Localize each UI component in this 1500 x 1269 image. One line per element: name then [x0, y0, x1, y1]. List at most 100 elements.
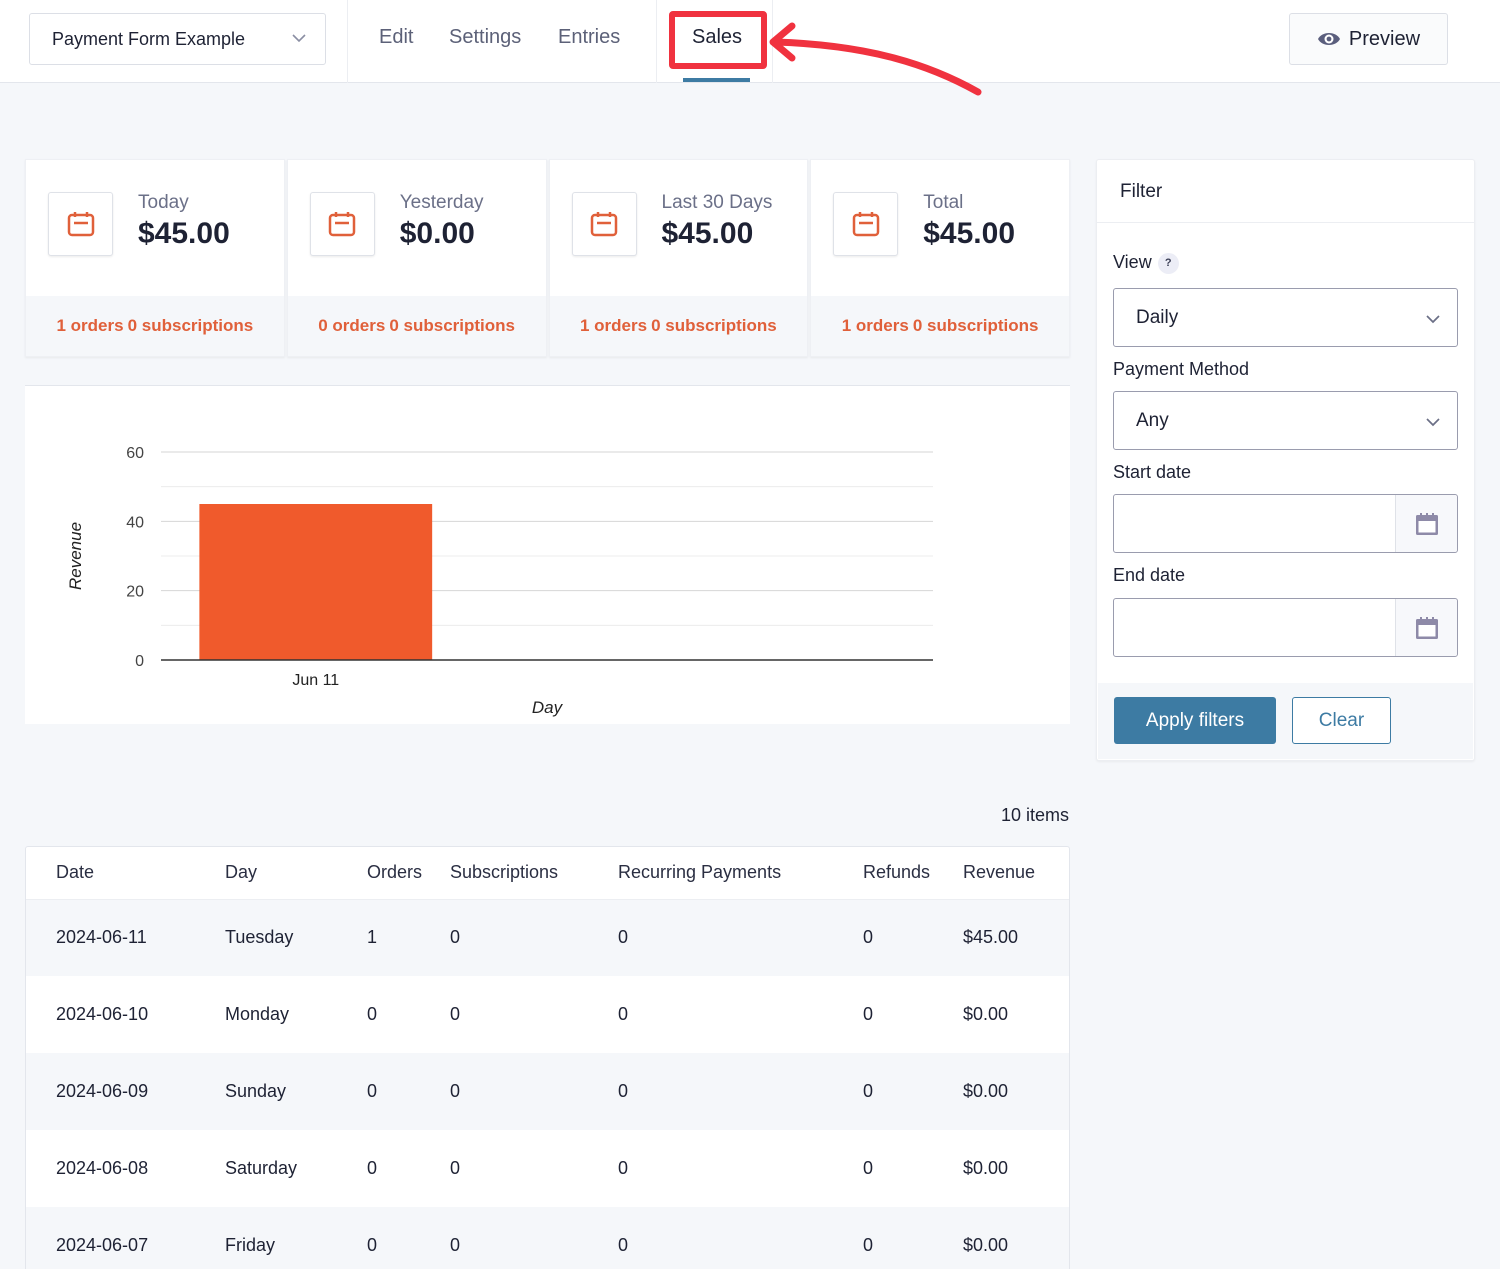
- start-date-input[interactable]: [1114, 495, 1396, 552]
- stat-orders: 0 orders: [318, 316, 385, 336]
- cell-day: Sunday: [225, 1053, 367, 1130]
- y-tick-label: 40: [126, 514, 144, 531]
- calendar-icon: [310, 192, 375, 256]
- column-header-orders[interactable]: Orders: [367, 847, 450, 899]
- column-header-date[interactable]: Date: [26, 847, 225, 899]
- eye-icon: [1317, 27, 1341, 51]
- tab-edit[interactable]: Edit: [379, 26, 413, 49]
- cell-date: 2024-06-11: [26, 899, 225, 976]
- calendar-icon: [1414, 511, 1440, 537]
- calendar-icon: [48, 192, 113, 256]
- divider: [1097, 222, 1474, 223]
- bar: [199, 504, 432, 660]
- cell-day: Monday: [225, 976, 367, 1053]
- chevron-down-icon: [1425, 311, 1441, 327]
- cell-subscriptions: 0: [450, 899, 618, 976]
- cell-date: 2024-06-08: [26, 1130, 225, 1207]
- cell-subscriptions: 0: [450, 1053, 618, 1130]
- column-header-subscriptions[interactable]: Subscriptions: [450, 847, 618, 899]
- cell-day: Saturday: [225, 1130, 367, 1207]
- revenue-chart-panel: 0204060Jun 11 Revenue Day: [25, 385, 1070, 724]
- y-tick-label: 0: [135, 653, 144, 670]
- end-date-input[interactable]: [1114, 599, 1396, 656]
- table-row: 2024-06-07 Friday 0 0 0 0 $0.00: [26, 1207, 1069, 1269]
- table-row: 2024-06-10 Monday 0 0 0 0 $0.00: [26, 976, 1069, 1053]
- cell-recurring-payments: 0: [618, 976, 863, 1053]
- chevron-down-icon: [291, 30, 307, 46]
- cell-refunds: 0: [863, 976, 963, 1053]
- payment-method-select[interactable]: Any: [1113, 391, 1458, 450]
- view-select-value: Daily: [1136, 307, 1178, 329]
- x-tick-label: Jun 11: [292, 672, 339, 689]
- cell-subscriptions: 0: [450, 1130, 618, 1207]
- cell-revenue: $0.00: [963, 1130, 1069, 1207]
- view-label-text: View: [1113, 252, 1152, 272]
- tab-sales[interactable]: Sales: [692, 26, 742, 49]
- start-date-field: [1113, 494, 1458, 553]
- cell-orders: 0: [367, 1053, 450, 1130]
- y-axis-label: Revenue: [66, 522, 85, 590]
- table-row: 2024-06-09 Sunday 0 0 0 0 $0.00: [26, 1053, 1069, 1130]
- divider: [347, 0, 348, 83]
- revenue-chart: 0204060Jun 11 Revenue Day: [25, 386, 1070, 725]
- stat-label: Yesterday: [400, 192, 484, 214]
- start-date-label: Start date: [1113, 462, 1191, 483]
- stat-card-yesterday: Yesterday $0.00 0 orders0 subscriptions: [287, 159, 547, 357]
- stat-subscriptions: 0 subscriptions: [913, 316, 1039, 336]
- clear-button[interactable]: Clear: [1292, 697, 1391, 744]
- stat-label: Today: [138, 192, 189, 214]
- cell-recurring-payments: 0: [618, 1053, 863, 1130]
- filter-panel: Filter View? Daily Payment Method Any St…: [1096, 159, 1475, 761]
- sales-table: Date Day Orders Subscriptions Recurring …: [25, 846, 1070, 1269]
- stat-subscriptions: 0 subscriptions: [389, 316, 515, 336]
- cell-subscriptions: 0: [450, 1207, 618, 1269]
- stat-footer: 1 orders0 subscriptions: [550, 296, 808, 356]
- stat-value: $45.00: [138, 217, 230, 251]
- form-selector-value: Payment Form Example: [52, 29, 245, 50]
- view-label: View?: [1113, 252, 1179, 274]
- table-header-row: Date Day Orders Subscriptions Recurring …: [26, 847, 1069, 899]
- cell-refunds: 0: [863, 899, 963, 976]
- top-navigation-bar: Payment Form Example Edit Settings Entri…: [0, 0, 1500, 83]
- cell-date: 2024-06-09: [26, 1053, 225, 1130]
- calendar-icon: [1414, 615, 1440, 641]
- cell-orders: 0: [367, 1130, 450, 1207]
- stat-footer: 1 orders0 subscriptions: [26, 296, 284, 356]
- cell-subscriptions: 0: [450, 976, 618, 1053]
- chevron-down-icon: [1425, 414, 1441, 430]
- y-tick-label: 60: [126, 445, 144, 462]
- preview-button[interactable]: Preview: [1289, 13, 1448, 65]
- stat-card-last-30-days: Last 30 Days $45.00 1 orders0 subscripti…: [549, 159, 809, 357]
- payment-method-label: Payment Method: [1113, 359, 1249, 380]
- column-header-recurring-payments[interactable]: Recurring Payments: [618, 847, 863, 899]
- stat-orders: 1 orders: [842, 316, 909, 336]
- cell-orders: 0: [367, 976, 450, 1053]
- view-select[interactable]: Daily: [1113, 288, 1458, 347]
- stat-subscriptions: 0 subscriptions: [651, 316, 777, 336]
- form-selector-dropdown[interactable]: Payment Form Example: [29, 13, 326, 65]
- stat-subscriptions: 0 subscriptions: [128, 316, 254, 336]
- cell-date: 2024-06-07: [26, 1207, 225, 1269]
- apply-filters-button[interactable]: Apply filters: [1114, 697, 1276, 744]
- filter-title: Filter: [1120, 181, 1162, 203]
- start-date-picker-button[interactable]: [1395, 495, 1457, 552]
- cell-orders: 1: [367, 899, 450, 976]
- column-header-refunds[interactable]: Refunds: [863, 847, 963, 899]
- column-header-revenue[interactable]: Revenue: [963, 847, 1069, 899]
- cell-revenue: $45.00: [963, 899, 1069, 976]
- cell-orders: 0: [367, 1207, 450, 1269]
- column-header-day[interactable]: Day: [225, 847, 367, 899]
- end-date-picker-button[interactable]: [1395, 599, 1457, 656]
- help-icon[interactable]: ?: [1158, 253, 1179, 274]
- stat-value: $0.00: [400, 217, 475, 251]
- stat-card-total: Total $45.00 1 orders0 subscriptions: [810, 159, 1070, 357]
- cell-refunds: 0: [863, 1207, 963, 1269]
- cell-refunds: 0: [863, 1130, 963, 1207]
- cell-revenue: $0.00: [963, 1053, 1069, 1130]
- stat-orders: 1 orders: [57, 316, 124, 336]
- calendar-icon: [572, 192, 637, 256]
- end-date-field: [1113, 598, 1458, 657]
- tab-settings[interactable]: Settings: [449, 26, 521, 49]
- tab-entries[interactable]: Entries: [558, 26, 620, 49]
- cell-recurring-payments: 0: [618, 899, 863, 976]
